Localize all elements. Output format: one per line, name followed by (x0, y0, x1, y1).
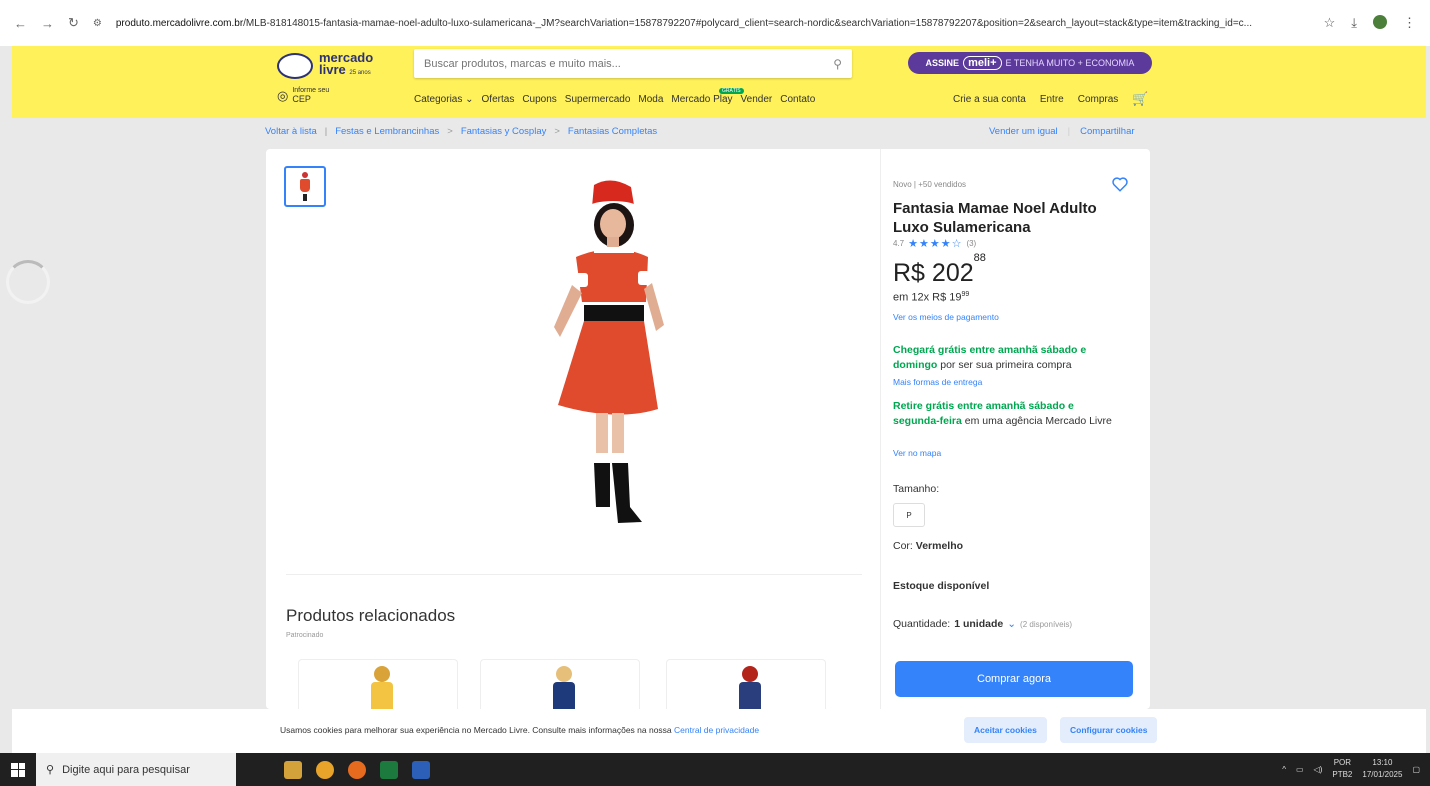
favorite-heart-icon[interactable] (1111, 175, 1129, 193)
login-link[interactable]: Entre (1040, 94, 1064, 107)
nav-vender[interactable]: Vender (741, 94, 773, 105)
product-main-image[interactable] (506, 177, 706, 527)
download-icon[interactable]: ⤓ (1351, 15, 1357, 31)
accept-cookies-button[interactable]: Aceitar cookies (964, 717, 1047, 743)
notifications-icon[interactable]: ▢ (1412, 765, 1420, 774)
rating[interactable]: 4.7 ★★★★☆ (3) (893, 237, 976, 250)
product-card: Produtos relacionados Patrocinado Novo |… (266, 149, 1150, 709)
taskbar-apps (284, 760, 430, 779)
installments: em 12x R$ 1999 (893, 291, 970, 304)
stock-status: Estoque disponível (893, 580, 990, 592)
address-bar[interactable]: produto.mercadolivre.com.br/MLB-81814801… (116, 18, 1310, 29)
related-product-card[interactable] (480, 659, 640, 709)
nav-contato[interactable]: Contato (780, 94, 815, 105)
delivery-options-link[interactable]: Mais formas de entrega (893, 377, 982, 387)
word-icon[interactable] (412, 760, 430, 779)
related-product-card[interactable] (298, 659, 458, 709)
sell-same-link[interactable]: Vender um igual (989, 126, 1058, 137)
configure-cookies-button[interactable]: Configurar cookies (1060, 717, 1158, 743)
profile-avatar-icon[interactable] (1373, 15, 1387, 29)
system-tray: ^ ▭ ◁) POR PTB2 13:10 17/01/2025 ▢ (1282, 757, 1420, 781)
buy-now-button[interactable]: Comprar agora (895, 661, 1133, 697)
reload-icon[interactable]: ↻ (68, 15, 79, 31)
gallery-thumbnail[interactable] (284, 166, 326, 207)
menu-kebab-icon[interactable]: ⋮ (1403, 15, 1416, 31)
see-on-map-link[interactable]: Ver no mapa (893, 448, 941, 458)
network-icon[interactable]: ▭ (1296, 765, 1304, 774)
nav-supermercado[interactable]: Supermercado (565, 94, 631, 105)
related-products-title: Produtos relacionados (286, 606, 456, 625)
create-account-link[interactable]: Crie a sua conta (953, 94, 1026, 107)
breadcrumb: Voltar à lista | Festas e Lembrancinhas … (265, 126, 658, 137)
color-label: Cor: Vermelho (893, 540, 964, 552)
size-label: Tamanho: (893, 483, 940, 495)
site-settings-icon[interactable]: ⚙ (93, 18, 102, 29)
mercado-livre-logo[interactable]: mercado livre 25 anos (277, 51, 373, 79)
main-navigation: Categorias ⌄ Ofertas Cupons Supermercado… (414, 94, 815, 105)
back-to-list-link[interactable]: Voltar à lista (265, 126, 317, 137)
price: R$ 20288 (893, 251, 986, 287)
breadcrumb-actions: Vender um igual | Compartilhar (989, 126, 1135, 137)
cookie-banner: Usamos cookies para melhorar sua experiê… (12, 709, 1426, 753)
windows-taskbar: ⚲ Digite aqui para pesquisar ^ ▭ ◁) POR P… (0, 753, 1430, 786)
site-header: mercadolivre 25 anos ⚲ ASSINE meli+ E TE… (12, 46, 1426, 118)
clock[interactable]: 13:10 17/01/2025 (1362, 757, 1402, 781)
search-bar[interactable]: ⚲ (414, 49, 852, 78)
size-option-p[interactable]: P (893, 503, 925, 527)
payment-methods-link[interactable]: Ver os meios de pagamento (893, 312, 999, 322)
windows-logo-icon (11, 762, 25, 777)
rating-stars-icon: ★★★★☆ (908, 238, 963, 250)
firefox-icon[interactable] (348, 760, 366, 779)
search-icon[interactable]: ⚲ (833, 57, 842, 71)
condition-label: Novo | +50 vendidos (893, 180, 967, 189)
cep-selector[interactable]: ◎ Informe seu CEP (277, 86, 329, 105)
forward-arrow-icon[interactable]: → (41, 16, 54, 31)
chrome-icon[interactable] (316, 760, 334, 779)
back-arrow-icon[interactable]: ← (14, 16, 27, 31)
loading-spinner-icon (6, 260, 50, 304)
taskbar-search[interactable]: ⚲ Digite aqui para pesquisar (36, 753, 236, 786)
user-navigation: Crie a sua conta Entre Compras 🛒 (953, 91, 1149, 107)
nav-moda[interactable]: Moda (638, 94, 663, 105)
pickup-info: Retire grátis entre amanhã sábado e segu… (893, 400, 1112, 427)
related-product-card[interactable] (666, 659, 826, 709)
file-explorer-icon[interactable] (284, 760, 302, 779)
share-link[interactable]: Compartilhar (1080, 126, 1134, 137)
sponsored-label: Patrocinado (286, 632, 324, 639)
tray-chevron-icon[interactable]: ^ (1282, 765, 1286, 774)
location-pin-icon: ◎ (277, 87, 289, 103)
shipping-info: Chegará grátis entre amanhã sábado e dom… (893, 344, 1087, 371)
meli-plus-banner[interactable]: ASSINE meli+ E TENHA MUITO + ECONOMIA (908, 52, 1152, 74)
nav-categorias[interactable]: Categorias ⌄ (414, 94, 474, 105)
buy-box: Novo | +50 vendidos Fantasia Mamae Noel … (880, 149, 1150, 709)
quantity-selector[interactable]: Quantidade: 1 unidade ⌄ (2 disponíveis) (893, 618, 1072, 630)
nav-mercado-play[interactable]: Mercado Play (671, 94, 732, 105)
nav-ofertas[interactable]: Ofertas (482, 94, 515, 105)
product-title: Fantasia Mamae Noel Adulto Luxo Sulameri… (893, 200, 1097, 236)
browser-toolbar: ← → ↻ ⚙ produto.mercadolivre.com.br/MLB-… (0, 0, 1430, 46)
play-free-badge: GRÁTIS (719, 88, 744, 94)
start-button[interactable] (0, 753, 36, 786)
bookmark-star-icon[interactable]: ☆ (1324, 15, 1336, 31)
handshake-icon (277, 52, 313, 79)
breadcrumb-item[interactable]: Fantasias Completas (568, 126, 657, 137)
purchases-link[interactable]: Compras (1078, 94, 1119, 107)
excel-icon[interactable] (380, 760, 398, 779)
language-indicator[interactable]: POR PTB2 (1332, 757, 1352, 781)
cart-icon[interactable]: 🛒 (1132, 91, 1148, 107)
breadcrumb-item[interactable]: Fantasias y Cosplay (461, 126, 547, 137)
cookie-message: Usamos cookies para melhorar sua experiê… (280, 725, 760, 735)
search-input[interactable] (424, 57, 834, 70)
privacy-center-link[interactable]: Central de privacidade (674, 725, 759, 735)
nav-cupons[interactable]: Cupons (522, 94, 556, 105)
search-icon: ⚲ (46, 764, 55, 776)
chevron-down-icon: ⌄ (1007, 618, 1017, 630)
breadcrumb-item[interactable]: Festas e Lembrancinhas (335, 126, 439, 137)
volume-icon[interactable]: ◁) (1314, 765, 1323, 774)
